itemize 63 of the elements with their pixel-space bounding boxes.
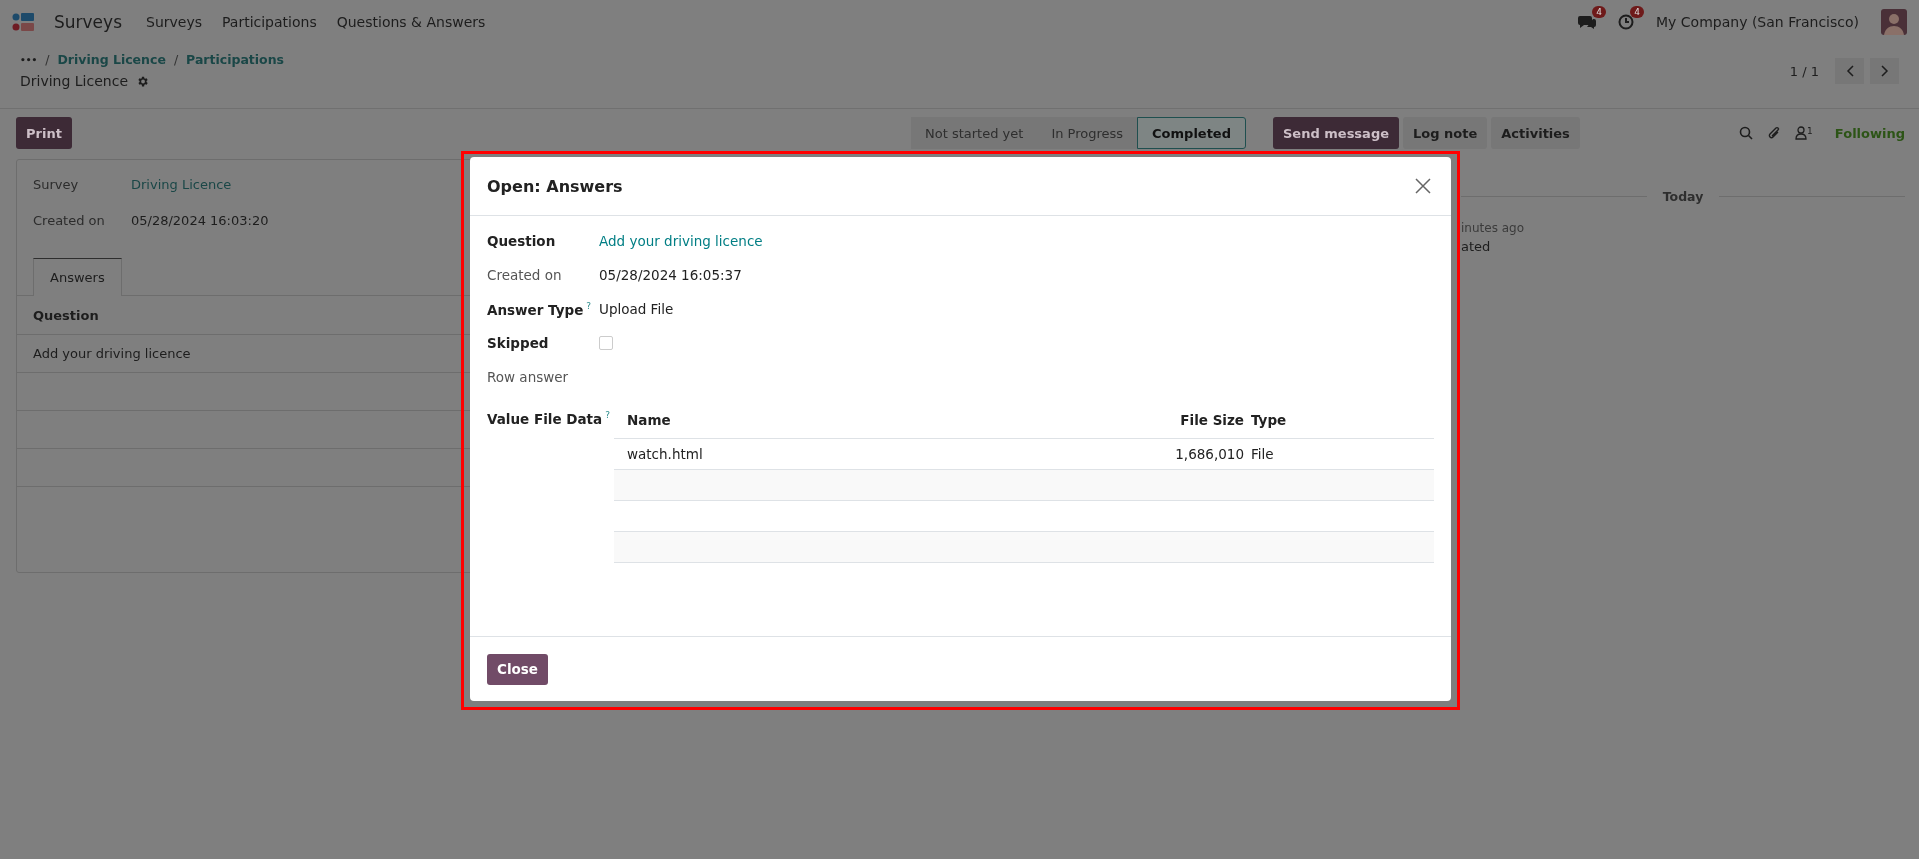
following-button[interactable]: Following — [1834, 125, 1905, 141]
message-time: inutes ago — [1461, 221, 1525, 235]
followers-count: 1 — [1807, 126, 1813, 136]
app-name[interactable]: Surveys — [54, 11, 122, 32]
field-value: 05/28/2024 16:05:37 — [599, 267, 742, 283]
field-label: Row answer — [487, 369, 570, 385]
tab[interactable]: Answers — [33, 258, 122, 296]
search-icon[interactable] — [1739, 126, 1754, 140]
breadcrumb-ellipsis[interactable]: ••• — [20, 54, 38, 65]
question-link[interactable]: Add your driving licence — [599, 233, 763, 249]
record-title: Driving Licence — [20, 73, 128, 89]
date-divider: Today — [1662, 189, 1704, 204]
message-text: ated — [1461, 239, 1492, 254]
paperclip-icon[interactable] — [1767, 125, 1782, 141]
breadcrumb-separator: / — [45, 52, 50, 67]
table-cell-text: watch.html — [626, 446, 704, 462]
previous-button[interactable] — [1835, 58, 1864, 84]
pager-counter[interactable]: 1 / 1 — [1789, 63, 1819, 79]
status-stage[interactable]: In Progress — [1037, 117, 1138, 149]
chevron-left-icon — [1845, 65, 1854, 77]
column-header: File Size — [1179, 412, 1245, 428]
field-value: Upload File — [599, 301, 674, 317]
field-value: 05/28/2024 16:03:20 — [131, 212, 269, 228]
company-switcher[interactable]: My Company (San Francisco) — [1656, 13, 1859, 30]
column-header: Type — [1251, 412, 1288, 428]
menu-item[interactable]: Surveys — [146, 13, 202, 30]
menu-item[interactable]: Participations — [222, 13, 317, 30]
clock-icon[interactable] — [1618, 13, 1635, 30]
notification-badge: 4 — [1630, 5, 1645, 18]
field-label: Value File Data $^{?}$ — [487, 409, 611, 429]
field-label: Question — [487, 233, 557, 249]
next-button[interactable] — [1870, 58, 1899, 84]
gear-icon[interactable] — [136, 74, 149, 88]
field-label: Created on — [33, 212, 106, 228]
breadcrumb-link[interactable]: Driving Licence — [57, 52, 166, 67]
chevron-right-icon — [1880, 65, 1889, 77]
status-stage[interactable]: Completed — [1137, 117, 1246, 149]
column-header: Name — [626, 412, 672, 428]
breadcrumb-link[interactable]: Participations — [186, 52, 285, 67]
field-label: Created on — [487, 267, 563, 283]
table-cell-text: File — [1251, 446, 1275, 462]
breadcrumb-separator: / — [173, 52, 179, 67]
status-stage[interactable]: Not started yet — [911, 117, 1038, 149]
chatter-button[interactable]: Log note — [1403, 117, 1488, 149]
field-label: Survey — [33, 176, 80, 192]
person-icon[interactable] — [1795, 126, 1808, 140]
send-message-button[interactable]: Send message — [1273, 117, 1399, 149]
column-header: Question — [33, 307, 99, 323]
notification-badge: 4 — [1592, 5, 1607, 18]
app-logo-icon[interactable] — [12, 11, 34, 32]
table-cell[interactable]: Add your driving licence — [33, 346, 191, 361]
dialog-title: Open: Answers — [487, 176, 623, 196]
table-cell-text: 1,686,010 — [1174, 446, 1245, 462]
print-button[interactable]: Print — [16, 117, 72, 149]
skipped-checkbox[interactable] — [599, 336, 613, 350]
user-avatar[interactable] — [1881, 8, 1907, 35]
field-link[interactable]: Driving Licence — [131, 176, 232, 192]
close-button[interactable]: Close — [487, 653, 548, 685]
field-label: Answer Type $^{?}$ — [487, 300, 593, 318]
chat-icon[interactable] — [1578, 13, 1597, 30]
menu-item[interactable]: Questions & Answers — [336, 13, 486, 30]
chatter-button[interactable]: Activities — [1491, 117, 1580, 149]
field-label: Skipped — [487, 335, 550, 351]
